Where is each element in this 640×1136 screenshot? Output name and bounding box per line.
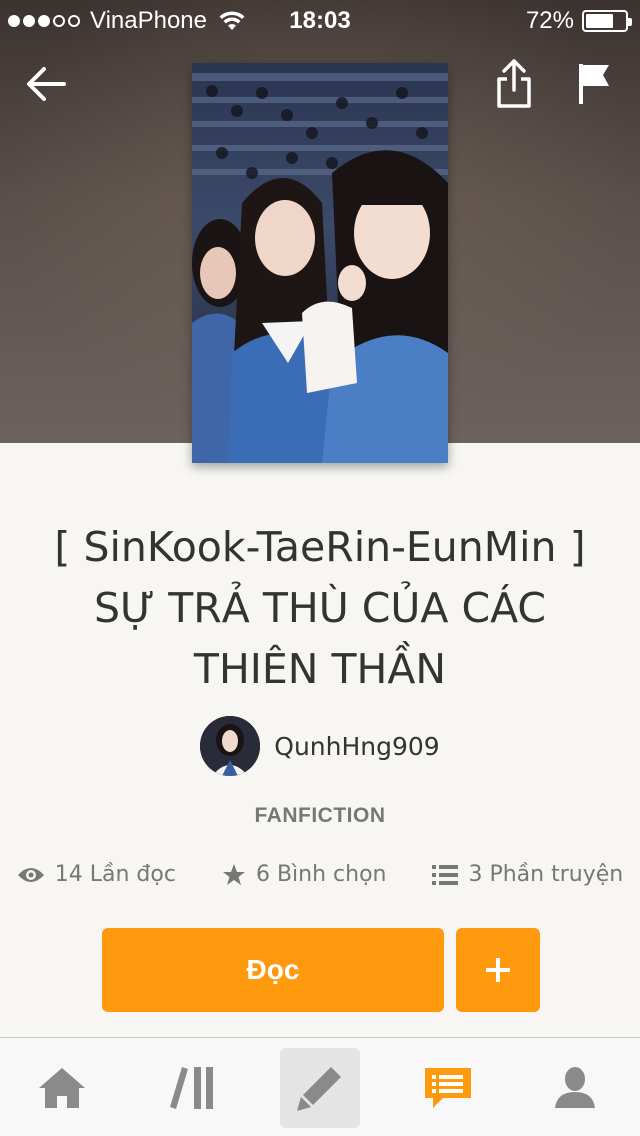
genre-label[interactable]: FANFICTION [0,804,640,828]
reads-stat: 14 Lần đọc [17,862,176,887]
votes-count: 6 Bình chọn [255,862,387,887]
tab-profile[interactable] [535,1048,615,1128]
parts-count: 3 Phần truyện [468,862,624,887]
parts-stat: 3 Phần truyện [432,862,623,887]
eye-icon [17,867,44,882]
add-to-library-button[interactable] [456,928,540,1012]
story-stats: 14 Lần đọc 6 Bình chọn 3 Phần truyện [0,862,640,887]
share-icon[interactable] [494,58,534,110]
library-icon [170,1067,213,1109]
status-bar: VinaPhone 18:03 72% [0,0,640,40]
home-icon [39,1068,85,1108]
tab-messages[interactable] [408,1048,488,1128]
arrow-left-icon[interactable] [24,62,68,106]
tab-home[interactable] [22,1048,102,1128]
battery-percent: 72% [525,7,574,34]
avatar[interactable] [200,716,261,776]
list-icon [432,864,459,885]
flag-icon[interactable] [576,62,612,106]
tab-library[interactable] [152,1048,232,1128]
story-cover-image[interactable] [192,63,448,463]
author-name[interactable]: QunhHng909 [274,732,439,761]
story-title: [ SinKook-TaeRin-EunMin ] SỰ TRẢ THÙ CỦA… [54,523,586,693]
reads-count: 14 Lần đọc [54,862,176,887]
tab-bar [0,1037,640,1136]
profile-icon [555,1067,595,1108]
author-row[interactable]: QunhHng909 [0,716,640,776]
star-icon [222,863,245,885]
read-button[interactable]: Đọc [102,928,444,1012]
votes-stat: 6 Bình chọn [222,862,387,887]
messages-icon [425,1068,471,1108]
battery-icon [582,10,632,32]
tab-write[interactable] [280,1048,360,1128]
pencil-icon [297,1067,341,1111]
plus-icon [486,958,510,982]
